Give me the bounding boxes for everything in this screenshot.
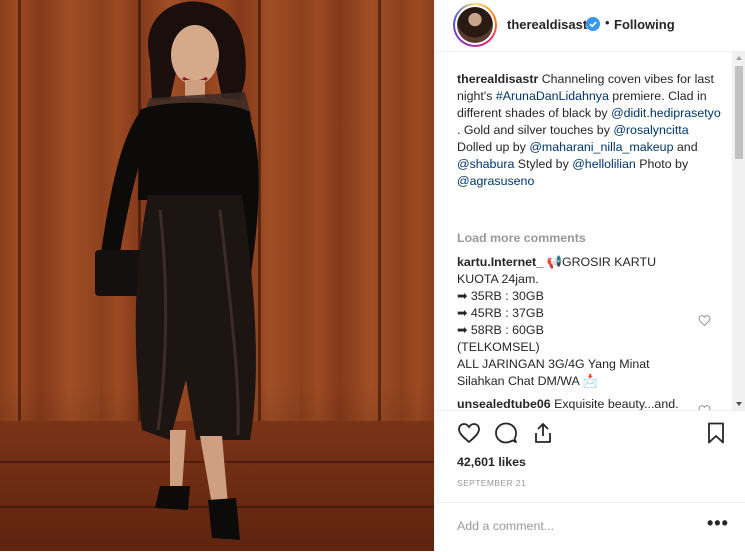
verified-badge-icon: [586, 17, 600, 31]
comment-like-heart-icon[interactable]: [698, 314, 711, 327]
mention-link[interactable]: @didit.hediprasetyo: [611, 106, 721, 120]
post-actions: 42,601 likes SEPTEMBER 21 Add a comment.…: [435, 410, 745, 551]
load-more-comments[interactable]: Load more comments: [457, 231, 586, 245]
post-date[interactable]: SEPTEMBER 21: [457, 478, 526, 488]
heart-icon[interactable]: [457, 421, 481, 445]
comments-scrollbar[interactable]: [732, 52, 745, 410]
hashtag-link[interactable]: #ArunaDanLidahnya: [496, 89, 609, 103]
post-photo[interactable]: [0, 0, 434, 551]
share-icon[interactable]: [531, 421, 555, 445]
scroll-down-arrow-icon[interactable]: [736, 402, 742, 406]
following-button[interactable]: Following: [614, 17, 675, 32]
mention-link[interactable]: @rosalyncitta: [613, 123, 688, 137]
scrollbar-thumb[interactable]: [735, 66, 743, 159]
comment: unsealedtube06 Exquisite beauty...and.: [457, 397, 679, 410]
add-comment-input[interactable]: Add a comment...: [457, 519, 554, 533]
mention-link[interactable]: @agrasuseno: [457, 174, 534, 188]
scroll-up-arrow-icon[interactable]: [736, 56, 742, 60]
post-sidebar: therealdisastr • Following therealdisast…: [434, 0, 745, 551]
woman-figure: [95, 1, 259, 540]
header-username[interactable]: therealdisastr: [507, 17, 592, 32]
caption: therealdisastr Channeling coven vibes fo…: [457, 72, 721, 188]
more-options-icon[interactable]: •••: [707, 513, 729, 534]
likes-count[interactable]: 42,601 likes: [457, 455, 526, 469]
comment-username[interactable]: kartu.Internet_: [457, 255, 543, 269]
caption-username[interactable]: therealdisastr: [457, 72, 538, 86]
mention-link[interactable]: @maharani_nilla_makeup: [529, 140, 673, 154]
add-comment-bar: Add a comment... •••: [435, 502, 745, 552]
bookmark-icon[interactable]: [704, 421, 728, 445]
comment: kartu.Internet_ 📢GROSIR KARTU KUOTA 24ja…: [457, 255, 657, 388]
mention-link[interactable]: @shabura: [457, 157, 514, 171]
header-separator: •: [605, 15, 610, 30]
comments-list[interactable]: therealdisastr Channeling coven vibes fo…: [435, 52, 735, 410]
comment-username[interactable]: unsealedtube06: [457, 397, 551, 410]
comment-icon[interactable]: [494, 421, 518, 445]
mention-link[interactable]: @hellolilian: [572, 157, 636, 171]
avatar[interactable]: [453, 3, 497, 47]
post-header: therealdisastr • Following: [435, 0, 745, 52]
